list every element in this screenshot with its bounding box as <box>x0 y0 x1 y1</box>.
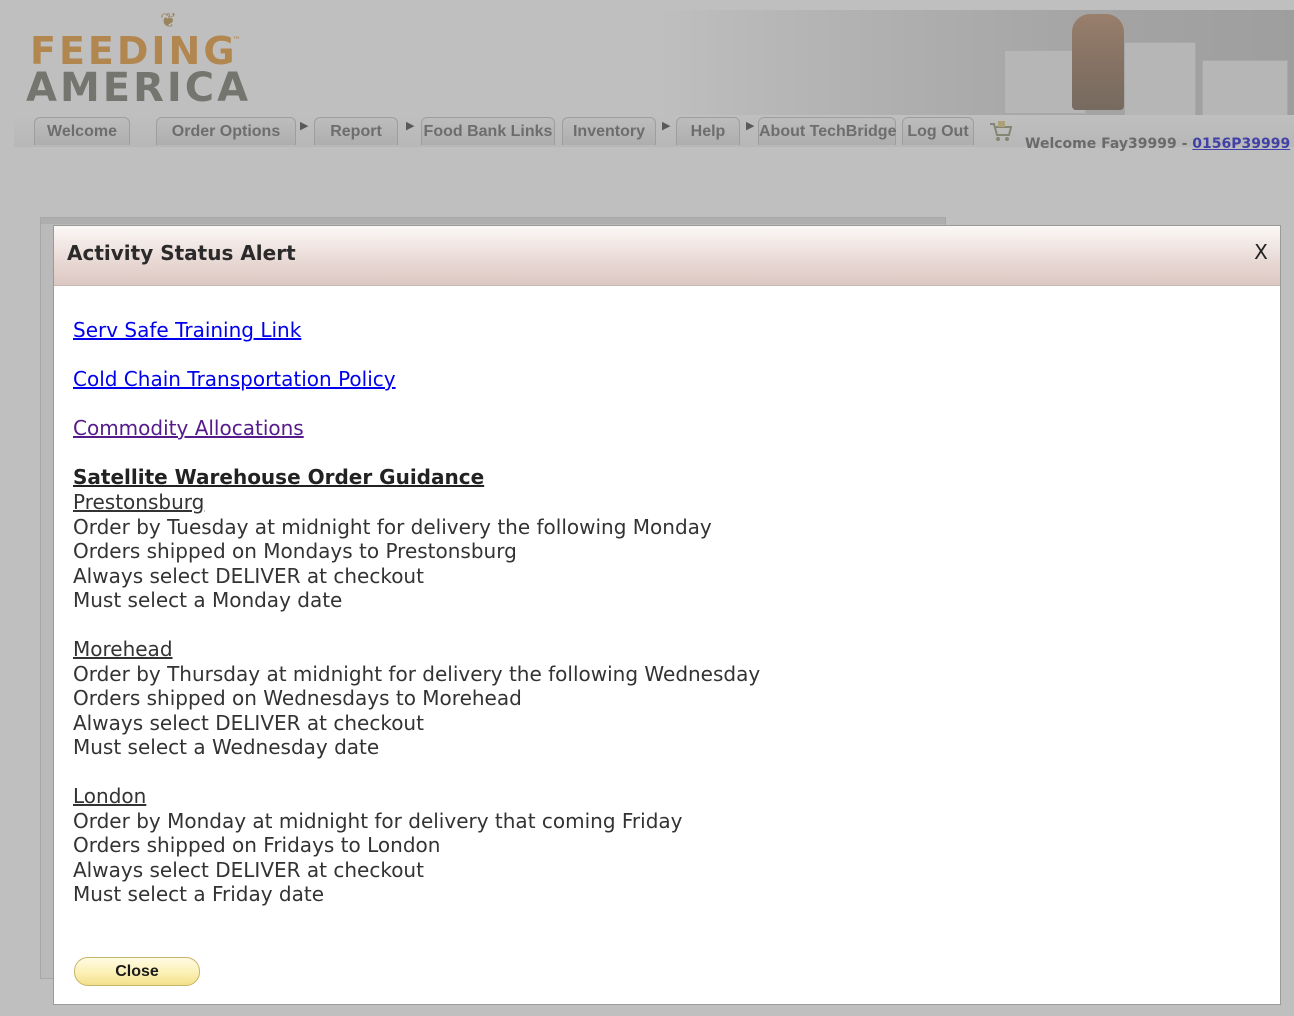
location-line: Order by Tuesday at midnight for deliver… <box>73 514 712 539</box>
location-line: Order by Monday at midnight for delivery… <box>73 808 683 833</box>
close-icon[interactable]: X <box>1250 238 1272 266</box>
location-name: Morehead <box>73 637 173 661</box>
activity-status-alert-dialog: Activity Status Alert X Serv Safe Traini… <box>53 225 1281 1005</box>
guidance-heading: Satellite Warehouse Order Guidance <box>73 465 485 489</box>
dialog-title: Activity Status Alert <box>67 241 296 265</box>
location-line: Orders shipped on Wednesdays to Morehead <box>73 686 522 711</box>
location-block-london: London Order by Monday at midnight for d… <box>73 784 683 907</box>
dialog-titlebar: Activity Status Alert X <box>54 226 1280 286</box>
location-line: Always select DELIVER at checkout <box>73 563 424 588</box>
location-name: Prestonsburg <box>73 490 205 514</box>
location-line: Must select a Monday date <box>73 588 343 613</box>
cold-chain-policy-link[interactable]: Cold Chain Transportation Policy <box>73 367 396 392</box>
location-line: Always select DELIVER at checkout <box>73 710 424 735</box>
location-line: Orders shipped on Fridays to London <box>73 833 441 858</box>
close-button[interactable]: Close <box>74 957 200 986</box>
location-line: Must select a Friday date <box>73 882 325 907</box>
location-block-morehead: Morehead Order by Thursday at midnight f… <box>73 637 760 760</box>
location-line: Order by Thursday at midnight for delive… <box>73 661 761 686</box>
location-line: Always select DELIVER at checkout <box>73 857 424 882</box>
location-name: London <box>73 784 147 808</box>
commodity-allocations-link[interactable]: Commodity Allocations <box>73 416 304 441</box>
serv-safe-training-link[interactable]: Serv Safe Training Link <box>73 318 301 343</box>
location-line: Orders shipped on Mondays to Prestonsbur… <box>73 539 517 564</box>
location-line: Must select a Wednesday date <box>73 735 380 760</box>
location-block-prestonsburg: Prestonsburg Order by Tuesday at midnigh… <box>73 490 712 613</box>
